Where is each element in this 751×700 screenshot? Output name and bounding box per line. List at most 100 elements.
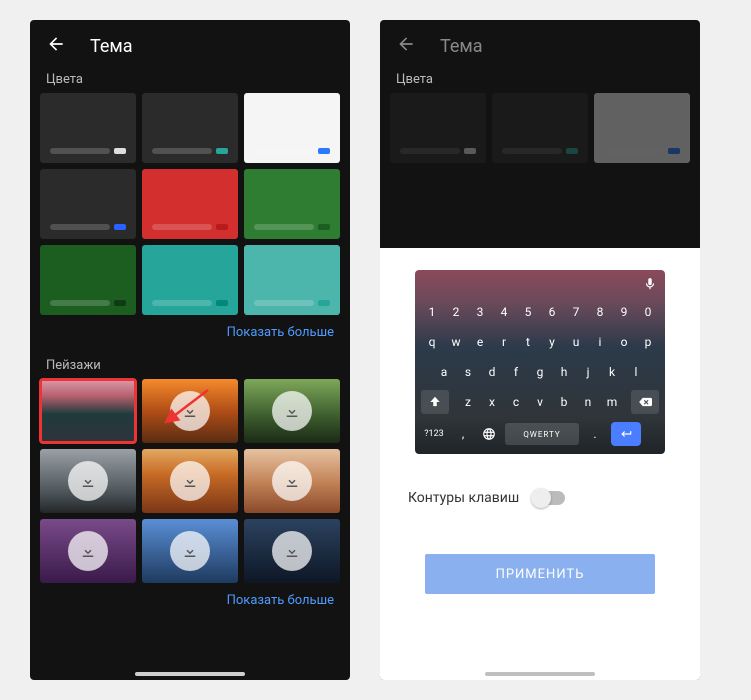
color-grid <box>380 93 700 163</box>
landscape-tile[interactable] <box>244 519 340 583</box>
backspace-key[interactable] <box>631 390 659 414</box>
color-tile[interactable] <box>594 93 690 163</box>
color-tile[interactable] <box>142 245 238 315</box>
key-8[interactable]: 8 <box>590 300 610 324</box>
enter-key[interactable] <box>611 422 641 446</box>
color-tile[interactable] <box>390 93 486 163</box>
key-f[interactable]: f <box>506 360 526 384</box>
section-label-landscapes: Пейзажи <box>30 354 350 379</box>
key-q[interactable]: q <box>422 330 442 354</box>
landscape-tile[interactable] <box>142 379 238 443</box>
download-icon <box>272 461 312 501</box>
key-t[interactable]: t <box>518 330 538 354</box>
key-6[interactable]: 6 <box>542 300 562 324</box>
key-y[interactable]: y <box>542 330 562 354</box>
back-icon[interactable] <box>46 34 66 58</box>
key-7[interactable]: 7 <box>566 300 586 324</box>
key-borders-label: Контуры клавиш <box>408 490 519 506</box>
color-tile[interactable] <box>40 93 136 163</box>
color-tile[interactable] <box>244 93 340 163</box>
keyboard-row-1: 1234567890 <box>415 297 665 327</box>
download-icon <box>68 531 108 571</box>
key-h[interactable]: h <box>554 360 574 384</box>
phone-right: Тема Цвета 1234567890 qwertyuiop asdfghj… <box>380 20 700 680</box>
key-1[interactable]: 1 <box>422 300 442 324</box>
nav-bar <box>485 672 595 676</box>
key-p[interactable]: p <box>638 330 658 354</box>
key-borders-switch[interactable] <box>533 491 565 505</box>
color-tile[interactable] <box>40 169 136 239</box>
key-borders-toggle-row: Контуры клавиш <box>398 490 565 506</box>
keyboard-preview: 1234567890 qwertyuiop asdfghjkl zxcvbnm … <box>415 270 665 454</box>
landscape-tile[interactable] <box>244 379 340 443</box>
landscape-tile[interactable] <box>40 379 136 443</box>
globe-icon[interactable] <box>479 422 499 446</box>
mic-icon[interactable] <box>643 276 657 295</box>
color-tile[interactable] <box>244 169 340 239</box>
landscape-tile[interactable] <box>142 519 238 583</box>
download-icon <box>170 531 210 571</box>
app-bar: Тема <box>380 20 700 68</box>
download-icon <box>170 461 210 501</box>
key-5[interactable]: 5 <box>518 300 538 324</box>
key-9[interactable]: 9 <box>614 300 634 324</box>
key-2[interactable]: 2 <box>446 300 466 324</box>
key-i[interactable]: i <box>590 330 610 354</box>
key-w[interactable]: w <box>446 330 466 354</box>
color-tile[interactable] <box>492 93 588 163</box>
key-x[interactable]: x <box>482 390 502 414</box>
key-d[interactable]: d <box>482 360 502 384</box>
landscape-tile[interactable] <box>40 449 136 513</box>
key-g[interactable]: g <box>530 360 550 384</box>
key-c[interactable]: c <box>506 390 526 414</box>
space-key[interactable]: QWERTY <box>505 423 579 445</box>
landscape-tile[interactable] <box>40 519 136 583</box>
color-tile[interactable] <box>142 169 238 239</box>
show-more-landscapes[interactable]: Показать больше <box>30 583 350 622</box>
keyboard-row-4: zxcvbnm <box>415 387 665 417</box>
key-z[interactable]: z <box>458 390 478 414</box>
color-tile[interactable] <box>244 245 340 315</box>
shift-key[interactable] <box>421 390 449 414</box>
key-s[interactable]: s <box>458 360 478 384</box>
section-label-colors: Цвета <box>380 68 700 93</box>
key-b[interactable]: b <box>554 390 574 414</box>
page-title: Тема <box>90 36 133 57</box>
key-u[interactable]: u <box>566 330 586 354</box>
download-icon <box>272 531 312 571</box>
key-3[interactable]: 3 <box>470 300 490 324</box>
key-n[interactable]: n <box>578 390 598 414</box>
comma-key[interactable]: , <box>453 422 473 446</box>
landscape-grid <box>30 379 350 583</box>
symbols-key[interactable]: ?123 <box>421 422 447 446</box>
back-icon[interactable] <box>396 34 416 58</box>
key-a[interactable]: a <box>434 360 454 384</box>
key-m[interactable]: m <box>602 390 622 414</box>
keyboard-row-2: qwertyuiop <box>415 327 665 357</box>
key-e[interactable]: e <box>470 330 490 354</box>
key-o[interactable]: o <box>614 330 634 354</box>
landscape-tile[interactable] <box>142 449 238 513</box>
download-icon <box>68 461 108 501</box>
color-grid <box>30 93 350 315</box>
show-more-colors[interactable]: Показать больше <box>30 315 350 354</box>
page-title: Тема <box>440 36 483 57</box>
nav-bar <box>135 672 245 676</box>
keyboard-bottom-row: ?123 , QWERTY . <box>415 417 665 454</box>
phone-left: Тема Цвета Показать больше Пейзажи Показ… <box>30 20 350 680</box>
section-label-colors: Цвета <box>30 68 350 93</box>
key-l[interactable]: l <box>626 360 646 384</box>
key-k[interactable]: k <box>602 360 622 384</box>
key-r[interactable]: r <box>494 330 514 354</box>
apply-button[interactable]: ПРИМЕНИТЬ <box>425 554 655 594</box>
color-tile[interactable] <box>142 93 238 163</box>
key-4[interactable]: 4 <box>494 300 514 324</box>
key-0[interactable]: 0 <box>638 300 658 324</box>
keyboard-row-3: asdfghjkl <box>415 357 665 387</box>
key-v[interactable]: v <box>530 390 550 414</box>
period-key[interactable]: . <box>585 422 605 446</box>
color-tile[interactable] <box>40 245 136 315</box>
key-j[interactable]: j <box>578 360 598 384</box>
download-icon <box>272 391 312 431</box>
landscape-tile[interactable] <box>244 449 340 513</box>
